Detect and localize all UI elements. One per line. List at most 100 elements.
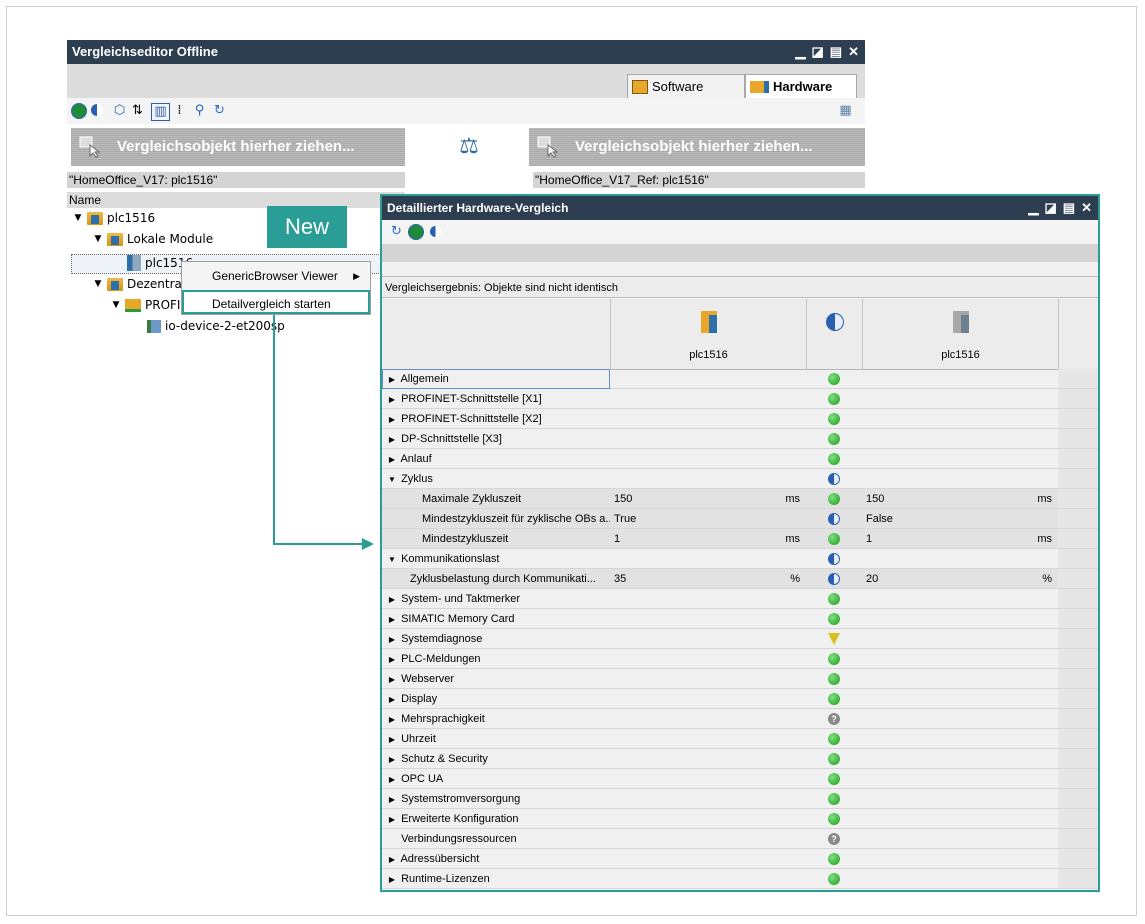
compare-row[interactable]: ▶ Systemdiagnose [382, 629, 1098, 649]
expand-arrow-icon[interactable]: ▶ [386, 710, 398, 728]
status-cell [806, 849, 862, 869]
property-label: Adressübersicht [400, 853, 480, 865]
close-icon[interactable]: ✕ [848, 40, 859, 64]
compare-row[interactable]: ▶ Uhrzeit [382, 729, 1098, 749]
show-equal-icon[interactable] [71, 103, 87, 119]
device-folder-icon [107, 232, 123, 246]
menu-item-genericbrowser[interactable]: GenericBrowser Viewer ▶ [182, 264, 370, 288]
expand-arrow-icon[interactable]: ▼ [73, 208, 83, 228]
editor-title: Vergleichseditor Offline [72, 44, 218, 59]
left-value-cell [610, 689, 806, 709]
compare-row[interactable]: ▶ System- und Taktmerker [382, 589, 1098, 609]
tree-item-profinet[interactable]: ▼ PROFI [111, 295, 181, 315]
expand-arrow-icon[interactable]: ▶ [386, 630, 398, 648]
maximize-icon[interactable]: ▤ [1063, 196, 1075, 220]
extra-cell [1058, 749, 1098, 769]
compare-row[interactable]: ▶ Mehrsprachigkeit? [382, 709, 1098, 729]
expand-arrow-icon[interactable]: ▶ [386, 770, 398, 788]
columns-icon[interactable]: ⁞ [171, 103, 188, 119]
compare-row[interactable]: ▶ Display [382, 689, 1098, 709]
expand-arrow-icon[interactable]: ▶ [386, 390, 398, 408]
property-label: Allgemein [400, 373, 449, 385]
balance-scale-icon[interactable]: ⚖ [447, 128, 491, 166]
tab-software[interactable]: Software [627, 74, 745, 98]
property-label: Runtime-Lizenzen [401, 873, 490, 885]
compare-row[interactable]: ▶ OPC UA [382, 769, 1098, 789]
compare-row[interactable]: ▶ Schutz & Security [382, 749, 1098, 769]
left-value: True [614, 513, 637, 525]
compare-row[interactable]: Mindestzykluszeit für zyklische OBs a...… [382, 509, 1098, 529]
column-layout-icon[interactable]: ▥ [151, 103, 170, 121]
expand-arrow-icon[interactable]: ▶ [386, 590, 398, 608]
compare-row[interactable]: ▼ Zyklus [382, 469, 1098, 489]
compare-row[interactable]: ▶ Systemstromversorgung [382, 789, 1098, 809]
expand-arrow-icon[interactable]: ▶ [386, 790, 398, 808]
compare-row[interactable]: ▶ SIMATIC Memory Card [382, 609, 1098, 629]
float-icon[interactable]: ◪ [812, 40, 824, 64]
compare-row[interactable]: ▶ Webserver [382, 669, 1098, 689]
tree-item-plc[interactable]: ▼ plc1516 [73, 208, 156, 228]
minimize-icon[interactable]: ▁ [796, 40, 806, 64]
sort-icon[interactable]: ⇅ [129, 103, 146, 119]
compare-row[interactable]: ▶ Erweiterte Konfiguration [382, 809, 1098, 829]
expand-arrow-icon[interactable]: ▶ [386, 410, 398, 428]
compare-row[interactable]: ▶ PROFINET-Schnittstelle [X1] [382, 389, 1098, 409]
expand-arrow-icon[interactable]: ▼ [93, 274, 103, 294]
collapse-arrow-icon[interactable]: ▼ [386, 470, 398, 488]
expand-arrow-icon[interactable]: ▶ [386, 670, 398, 688]
expand-arrow-icon[interactable]: ▼ [93, 229, 103, 249]
refresh-icon[interactable]: ↻ [211, 103, 228, 119]
expand-arrow-icon[interactable]: ▶ [386, 610, 398, 628]
compare-row[interactable]: Verbindungsressourcen? [382, 829, 1098, 849]
expand-arrow-icon[interactable]: ▶ [386, 370, 398, 388]
tree-item-distributed[interactable]: ▼ Dezentra [93, 274, 182, 294]
refresh-icon[interactable]: ↻ [388, 224, 405, 240]
expand-arrow-icon[interactable]: ▶ [386, 850, 398, 868]
panel-toggle-icon[interactable]: ▦ [837, 103, 854, 119]
expand-arrow-icon[interactable]: ▶ [386, 750, 398, 768]
left-object-name: plc1516 [689, 349, 728, 361]
expand-arrow-icon[interactable]: ▶ [386, 730, 398, 748]
expand-arrow-icon[interactable]: ▶ [386, 430, 398, 448]
compare-row[interactable]: Zyklusbelastung durch Kommunikati... 35% 2… [382, 569, 1098, 589]
collapse-arrow-icon[interactable]: ▼ [386, 550, 398, 568]
network-icon[interactable]: ⚲ [191, 103, 208, 119]
compare-row[interactable]: ▶ Runtime-Lizenzen [382, 869, 1098, 889]
expand-arrow-icon[interactable]: ▶ [386, 650, 398, 668]
show-different-icon[interactable] [91, 104, 103, 116]
compare-row[interactable]: Maximale Zykluszeit 150 ms 150 ms [382, 489, 1098, 509]
show-different-icon[interactable] [430, 226, 441, 237]
compare-row[interactable]: ▶ PROFINET-Schnittstelle [X2] [382, 409, 1098, 429]
maximize-icon[interactable]: ▤ [830, 40, 842, 64]
tree-item-io-device[interactable]: io-device-2-et200sp [147, 316, 285, 336]
expand-arrow-icon[interactable]: ▶ [386, 810, 398, 828]
menu-item-start-detail-compare[interactable]: Detailvergleich starten [182, 290, 370, 314]
compare-row[interactable]: ▶ Allgemein [382, 369, 1098, 389]
extra-cell [1058, 569, 1098, 589]
compare-row[interactable]: ▼ Kommunikationslast [382, 549, 1098, 569]
expand-arrow-icon[interactable]: ▼ [111, 295, 121, 315]
dropzone-right[interactable]: Vergleichsobjekt hierher ziehen... [529, 128, 865, 166]
compare-row[interactable]: ▶ Anlauf [382, 449, 1098, 469]
tab-hardware[interactable]: Hardware [745, 74, 857, 99]
compare-row[interactable]: ▶ DP-Schnittstelle [X3] [382, 429, 1098, 449]
close-icon[interactable]: ✕ [1081, 196, 1092, 220]
status-cell [806, 469, 862, 489]
status-cell [806, 749, 862, 769]
tree-item-local-modules[interactable]: ▼ Lokale Module [93, 229, 214, 249]
compare-row[interactable]: ▶ PLC-Meldungen [382, 649, 1098, 669]
compare-row[interactable]: ▶ Adressübersicht [382, 849, 1098, 869]
right-unit: ms [1037, 493, 1052, 505]
expand-arrow-icon[interactable]: ▶ [386, 870, 398, 888]
expand-arrow-icon[interactable]: ▶ [386, 690, 398, 708]
float-icon[interactable]: ◪ [1045, 196, 1057, 220]
dropzone-left[interactable]: Vergleichsobjekt hierher ziehen... [71, 128, 405, 166]
cpu-device-icon [700, 311, 717, 333]
expand-arrow-icon[interactable]: ▶ [386, 450, 398, 468]
compare-row[interactable]: Mindestzykluszeit 1 ms 1 ms [382, 529, 1098, 549]
show-equal-icon[interactable] [408, 224, 424, 240]
minimize-icon[interactable]: ▁ [1029, 196, 1039, 220]
left-value-cell [610, 869, 806, 889]
compare-grid-header: plc1516 plc1516 [382, 299, 1098, 370]
filter-icon[interactable]: ⬡ [111, 103, 128, 119]
